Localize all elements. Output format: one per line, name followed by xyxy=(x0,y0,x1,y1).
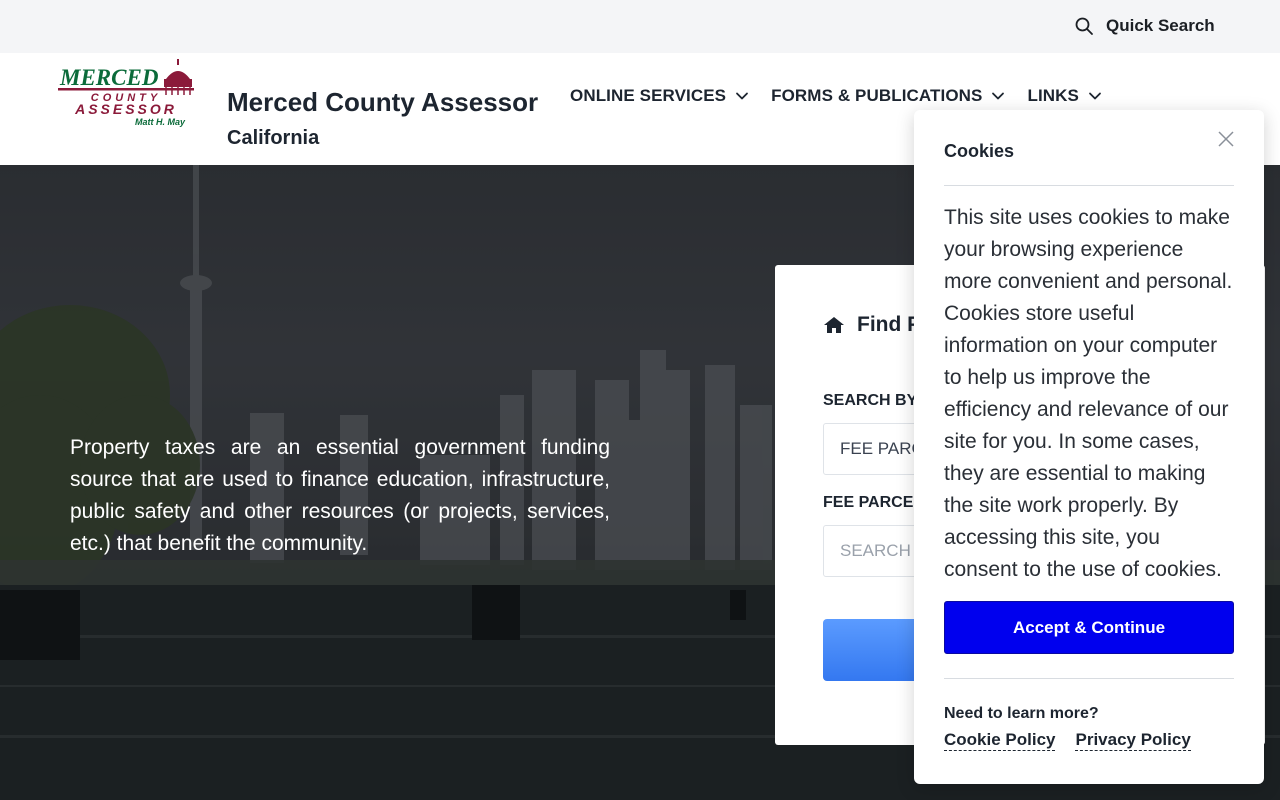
logo-name: Matt H. May xyxy=(135,117,186,127)
chevron-down-icon xyxy=(1089,92,1101,100)
accept-continue-button[interactable]: Accept & Continue xyxy=(944,601,1234,654)
nav-item-links[interactable]: LINKS xyxy=(1027,86,1102,106)
nav-item-online-services[interactable]: ONLINE SERVICES xyxy=(570,86,749,106)
cookie-policy-link[interactable]: Cookie Policy xyxy=(944,730,1056,751)
quick-search-button[interactable]: Quick Search xyxy=(1074,14,1215,38)
cookie-consent-dialog: Cookies This site uses cookies to make y… xyxy=(914,110,1264,784)
logo-word-merced: MERCED xyxy=(59,65,159,90)
nav-item-label: FORMS & PUBLICATIONS xyxy=(771,86,983,105)
quick-search-label: Quick Search xyxy=(1106,16,1215,35)
fee-parcel-label: FEE PARCEL xyxy=(823,494,924,511)
site-subtitle: California xyxy=(227,127,320,149)
card-title-text: Find P xyxy=(857,313,922,336)
utility-bar: Quick Search xyxy=(0,0,1280,53)
logo-word-assessor: ASSESSOR xyxy=(74,101,177,117)
cookie-dialog-title: Cookies xyxy=(944,141,1015,161)
close-icon[interactable] xyxy=(1217,130,1235,148)
cookie-dialog-body: This site uses cookies to make your brow… xyxy=(944,206,1233,581)
nav-item-label: ONLINE SERVICES xyxy=(570,86,727,105)
chevron-down-icon xyxy=(992,92,1005,100)
learn-more-heading: Need to learn more? xyxy=(944,705,1099,722)
policy-links: Cookie Policy Privacy Policy xyxy=(944,730,1211,751)
main-navigation: ONLINE SERVICES FORMS & PUBLICATIONS LIN… xyxy=(570,86,1124,106)
site-title[interactable]: Merced County Assessor xyxy=(227,87,538,118)
divider xyxy=(944,678,1234,679)
site-logo[interactable]: MERCED COUNTY ASSESSOR Matt H. May xyxy=(56,57,198,129)
house-icon xyxy=(824,317,844,333)
nav-item-label: LINKS xyxy=(1027,86,1079,105)
privacy-policy-link[interactable]: Privacy Policy xyxy=(1075,730,1191,751)
nav-item-forms-publications[interactable]: FORMS & PUBLICATIONS xyxy=(771,86,1005,106)
card-title: Find P xyxy=(823,313,921,337)
search-by-label: SEARCH BY xyxy=(823,392,918,409)
logo-rule xyxy=(58,88,194,91)
search-icon xyxy=(1075,17,1093,35)
divider xyxy=(944,185,1234,186)
chevron-down-icon xyxy=(736,92,749,100)
hero-description: Property taxes are an essential governme… xyxy=(70,436,610,555)
